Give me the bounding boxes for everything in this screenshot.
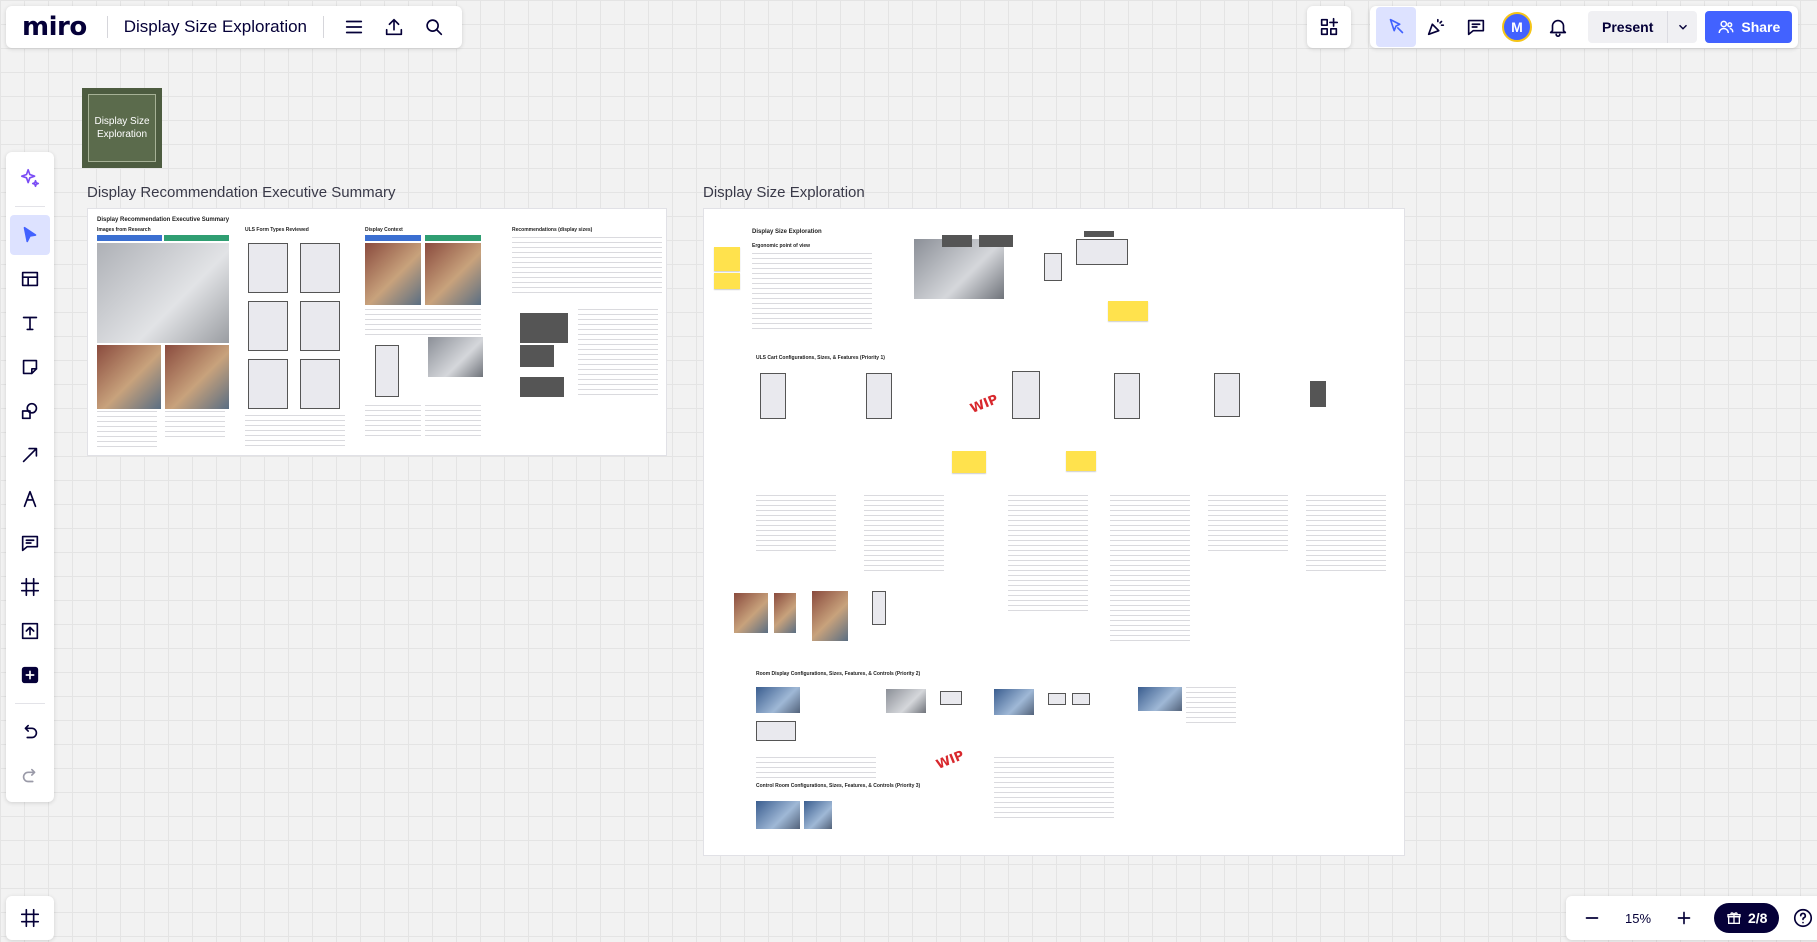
context-photo xyxy=(365,243,421,305)
present-button[interactable]: Present xyxy=(1588,11,1698,43)
search-icon[interactable] xyxy=(414,7,454,47)
wip-label: WIP xyxy=(968,392,1001,417)
page-counter: 2/8 xyxy=(1748,910,1768,926)
reactions-cursor-icon[interactable] xyxy=(1376,7,1416,47)
board-sticky-card[interactable]: Display Size Exploration xyxy=(82,88,162,168)
redo-icon[interactable] xyxy=(10,756,50,796)
text-icon[interactable] xyxy=(10,303,50,343)
more-apps-icon[interactable] xyxy=(10,655,50,695)
bell-icon[interactable] xyxy=(1538,7,1578,47)
hamburger-icon[interactable] xyxy=(334,7,374,47)
exec-col1-heading: Images from Research xyxy=(97,227,151,233)
upload-icon[interactable] xyxy=(374,7,414,47)
board-header: miro Display Size Exploration xyxy=(6,6,463,48)
section-cart-configurations: ULS Cart Configurations, Sizes, & Featur… xyxy=(756,355,885,361)
zoom-out-icon[interactable] xyxy=(1572,898,1612,938)
comment-icon[interactable] xyxy=(1456,7,1496,47)
share-button[interactable]: Share xyxy=(1705,11,1793,43)
avatar[interactable]: M xyxy=(1502,12,1532,42)
board-title[interactable]: Display Size Exploration xyxy=(118,17,313,37)
research-diagram xyxy=(97,243,229,343)
miro-logo[interactable]: miro xyxy=(14,12,97,42)
zoom-in-icon[interactable] xyxy=(1664,898,1704,938)
sticky-note[interactable] xyxy=(1108,301,1148,321)
help-icon[interactable] xyxy=(1783,898,1817,938)
frame-title-exec-summary[interactable]: Display Recommendation Executive Summary xyxy=(87,184,395,201)
frames-panel-toggle[interactable] xyxy=(6,896,54,940)
zoom-level[interactable]: 15% xyxy=(1616,911,1660,926)
exec-col3-heading: Display Context xyxy=(365,227,403,233)
shapes-icon[interactable] xyxy=(10,391,50,431)
sticky-card-text: Display Size Exploration xyxy=(94,116,150,140)
sticky-note[interactable] xyxy=(952,451,986,473)
left-toolbar xyxy=(6,152,54,802)
upload-tool-icon[interactable] xyxy=(10,611,50,651)
undo-icon[interactable] xyxy=(10,712,50,752)
section-room-configurations: Room Display Configurations, Sizes, Feat… xyxy=(756,671,921,677)
research-photo xyxy=(165,345,229,409)
sticky-note[interactable] xyxy=(714,273,740,289)
frame-tool-icon[interactable] xyxy=(10,567,50,607)
users-icon xyxy=(1718,20,1734,34)
pen-icon[interactable] xyxy=(10,479,50,519)
connector-arrow-icon[interactable] xyxy=(10,435,50,475)
frame-exec-summary[interactable]: Display Recommendation Executive Summary… xyxy=(87,208,667,456)
sticky-note-icon[interactable] xyxy=(10,347,50,387)
collaboration-toolbar: M Present Share xyxy=(1370,6,1799,48)
exec-col4-heading: Recommendations (display sizes) xyxy=(512,227,593,233)
context-photo xyxy=(425,243,481,305)
exec-col2-heading: ULS Form Types Reviewed xyxy=(245,227,309,233)
exploration-subheading: Ergonomic point of view xyxy=(752,243,811,249)
chevron-down-icon[interactable] xyxy=(1667,11,1697,43)
comment-tool-icon[interactable] xyxy=(10,523,50,563)
frame-icon[interactable] xyxy=(10,898,50,938)
frame-display-size-exploration[interactable]: Display Size Exploration Ergonomic point… xyxy=(703,208,1405,856)
exec-summary-heading: Display Recommendation Executive Summary xyxy=(97,217,230,223)
frame-title-display-size[interactable]: Display Size Exploration xyxy=(703,184,865,201)
celebrate-icon[interactable] xyxy=(1416,7,1456,47)
ai-sparkle-icon[interactable] xyxy=(10,158,50,198)
gift-icon xyxy=(1727,912,1741,924)
select-cursor-icon[interactable] xyxy=(10,215,50,255)
present-label: Present xyxy=(1602,19,1654,35)
wip-label-room: WIP xyxy=(934,748,967,773)
zoom-controls: 15% 2/8 xyxy=(1566,896,1817,940)
research-photo xyxy=(97,345,161,409)
section-control-room: Control Room Configurations, Sizes, Feat… xyxy=(756,783,921,789)
sticky-note[interactable] xyxy=(714,247,740,271)
share-label: Share xyxy=(1741,19,1781,35)
exploration-heading: Display Size Exploration xyxy=(752,229,822,235)
apps-panel xyxy=(1307,6,1351,48)
whats-new-pill[interactable]: 2/8 xyxy=(1714,903,1780,933)
table-icon[interactable] xyxy=(10,259,50,299)
sticky-note[interactable] xyxy=(1066,451,1096,471)
apps-plus-icon[interactable] xyxy=(1309,7,1349,47)
